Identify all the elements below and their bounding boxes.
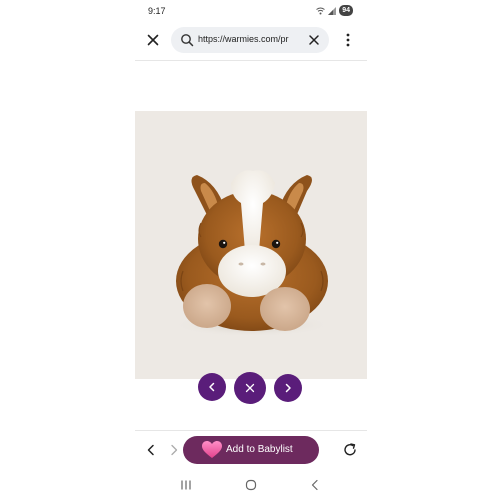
back-icon[interactable] xyxy=(143,442,159,458)
url-field[interactable]: https://warmies.com/pr xyxy=(171,27,329,53)
status-icons: 94 xyxy=(316,5,353,16)
babylist-label: Add to Babylist xyxy=(226,444,293,455)
more-vert-icon[interactable] xyxy=(341,32,355,48)
chevron-left-icon xyxy=(209,382,215,392)
close-icon[interactable] xyxy=(145,32,161,48)
gallery-prev-button[interactable] xyxy=(198,373,226,401)
gallery-next-button[interactable] xyxy=(274,374,302,402)
battery-badge: 94 xyxy=(339,5,353,16)
url-text[interactable]: https://warmies.com/pr xyxy=(198,34,296,44)
status-bar: 9:17 94 xyxy=(135,0,367,22)
recents-icon[interactable] xyxy=(179,478,193,492)
system-nav-bar xyxy=(135,474,367,496)
clear-icon[interactable] xyxy=(307,33,321,47)
gallery-close-button[interactable] xyxy=(234,372,266,404)
bottom-divider xyxy=(135,430,367,431)
phone-screen: 9:17 94 https://warmies.com/pr Add to Ba… xyxy=(135,0,367,500)
product-image[interactable] xyxy=(135,111,367,379)
back-icon[interactable] xyxy=(308,478,322,492)
home-icon[interactable] xyxy=(244,478,258,492)
bottom-toolbar: Add to Babylist xyxy=(135,432,367,468)
search-icon xyxy=(181,34,194,47)
plush-horse-image xyxy=(172,170,332,337)
add-to-babylist-button[interactable]: Add to Babylist xyxy=(183,436,319,464)
refresh-icon[interactable] xyxy=(342,442,358,458)
toolbar-divider xyxy=(135,60,367,61)
status-time: 9:17 xyxy=(148,6,166,16)
chevron-right-icon xyxy=(285,383,291,393)
heart-icon xyxy=(202,441,222,458)
wifi-icon xyxy=(316,7,326,14)
browser-toolbar: https://warmies.com/pr xyxy=(135,26,367,54)
close-icon xyxy=(245,383,255,393)
signal-icon xyxy=(328,6,337,15)
forward-icon[interactable] xyxy=(166,442,182,458)
